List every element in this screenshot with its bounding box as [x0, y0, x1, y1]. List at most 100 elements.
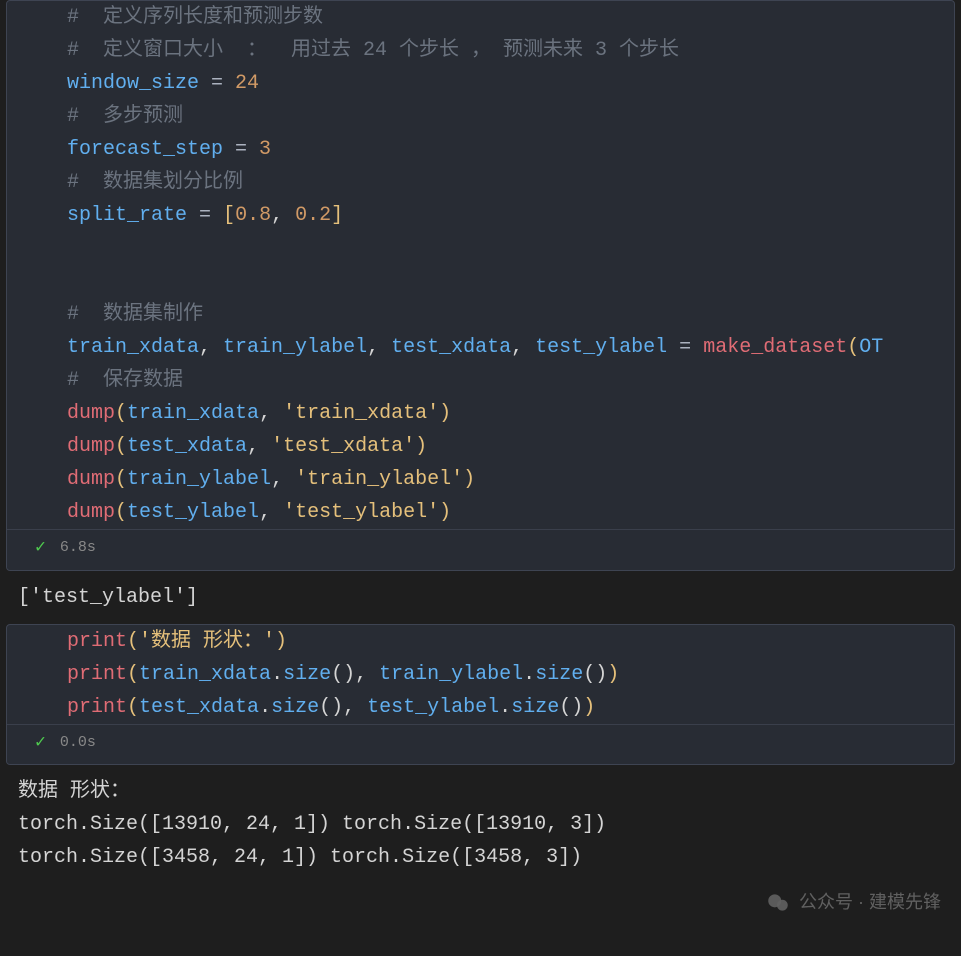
variable: test_xdata [139, 696, 259, 719]
variable: test_ylabel [367, 696, 499, 719]
comment: # 定义序列长度和预测步数 [67, 6, 323, 29]
paren: ) [571, 696, 583, 719]
variable: train_xdata [127, 402, 259, 425]
paren: ( [115, 435, 127, 458]
operator: = [199, 72, 235, 95]
execution-time: 6.8s [60, 536, 96, 561]
string: 'test_xdata' [271, 435, 415, 458]
function-call: dump [67, 501, 115, 524]
paren: ) [415, 435, 427, 458]
variable: OT [859, 336, 883, 359]
execution-time: 0.0s [60, 731, 96, 756]
function-call: dump [67, 435, 115, 458]
output-line: 数据 形状： [18, 780, 130, 803]
function-call: print [67, 630, 127, 653]
string: 'test_ylabel' [283, 501, 439, 524]
code-area-2[interactable]: print('数据 形状：') print(train_xdata.size()… [7, 625, 954, 724]
method: size [271, 696, 319, 719]
comment: # 保存数据 [67, 369, 183, 392]
status-bar-1: ✓ 6.8s [7, 529, 954, 570]
operator: = [667, 336, 703, 359]
output-2: 数据 形状： torch.Size([13910, 24, 1]) torch.… [0, 769, 961, 880]
comment: # 数据集制作 [67, 303, 203, 326]
comma: , [355, 663, 379, 686]
bracket: [ [223, 204, 235, 227]
code-area-1[interactable]: # 定义序列长度和预测步数 # 定义窗口大小 ： 用过去 24 个步长 ， 预测… [7, 1, 954, 529]
paren: ( [127, 696, 139, 719]
paren: ) [439, 402, 451, 425]
paren: ) [439, 501, 451, 524]
watermark-text: 公众号 · 建模先锋 [799, 888, 941, 918]
variable: window_size [67, 72, 199, 95]
function-call: print [67, 663, 127, 686]
function-call: make_dataset [703, 336, 847, 359]
comma: , [247, 435, 271, 458]
comma: , [367, 336, 391, 359]
check-icon: ✓ [35, 534, 46, 564]
variable: train_xdata [67, 336, 199, 359]
paren: ( [115, 402, 127, 425]
code-cell-1[interactable]: # 定义序列长度和预测步数 # 定义窗口大小 ： 用过去 24 个步长 ， 预测… [6, 0, 955, 571]
comment: # 多步预测 [67, 105, 183, 128]
comma: , [343, 696, 367, 719]
paren: ( [127, 663, 139, 686]
paren: ) [331, 696, 343, 719]
comment: # 数据集划分比例 [67, 171, 243, 194]
wechat-icon [765, 890, 791, 916]
paren: ( [559, 696, 571, 719]
watermark: 公众号 · 建模先锋 [765, 888, 941, 918]
number: 24 [235, 72, 259, 95]
variable: split_rate [67, 204, 187, 227]
string: 'train_ylabel' [295, 468, 463, 491]
number: 0.2 [295, 204, 331, 227]
method: size [535, 663, 583, 686]
variable: test_xdata [127, 435, 247, 458]
dot: . [523, 663, 535, 686]
bracket: ] [331, 204, 343, 227]
output-1: ['test_ylabel'] [0, 575, 961, 620]
comma: , [271, 468, 295, 491]
paren: ) [463, 468, 475, 491]
paren: ( [115, 468, 127, 491]
paren: ) [583, 696, 595, 719]
method: size [511, 696, 559, 719]
operator: = [187, 204, 223, 227]
dot: . [499, 696, 511, 719]
check-icon: ✓ [35, 729, 46, 759]
variable: train_ylabel [127, 468, 271, 491]
variable: train_xdata [139, 663, 271, 686]
variable: test_ylabel [535, 336, 667, 359]
number: 3 [259, 138, 271, 161]
variable: train_ylabel [379, 663, 523, 686]
comma: , [259, 402, 283, 425]
function-call: dump [67, 402, 115, 425]
paren: ( [847, 336, 859, 359]
output-line: torch.Size([13910, 24, 1]) torch.Size([1… [18, 813, 606, 836]
variable: test_xdata [391, 336, 511, 359]
paren: ( [115, 501, 127, 524]
paren: ) [607, 663, 619, 686]
string: 'train_xdata' [283, 402, 439, 425]
paren: ) [595, 663, 607, 686]
paren: ) [343, 663, 355, 686]
paren: ( [127, 630, 139, 653]
comma: , [271, 204, 295, 227]
number: 0.8 [235, 204, 271, 227]
function-call: print [67, 696, 127, 719]
variable: test_ylabel [127, 501, 259, 524]
variable: train_ylabel [223, 336, 367, 359]
comment: # 定义窗口大小 ： 用过去 24 个步长 ， 预测未来 3 个步长 [67, 39, 679, 62]
output-text: ['test_ylabel'] [18, 586, 198, 609]
paren: ) [275, 630, 287, 653]
variable: forecast_step [67, 138, 223, 161]
comma: , [259, 501, 283, 524]
string: '数据 形状：' [139, 630, 275, 653]
comma: , [511, 336, 535, 359]
operator: = [223, 138, 259, 161]
paren: ( [583, 663, 595, 686]
output-line: torch.Size([3458, 24, 1]) torch.Size([34… [18, 846, 582, 869]
function-call: dump [67, 468, 115, 491]
dot: . [271, 663, 283, 686]
method: size [283, 663, 331, 686]
code-cell-2[interactable]: print('数据 形状：') print(train_xdata.size()… [6, 624, 955, 766]
